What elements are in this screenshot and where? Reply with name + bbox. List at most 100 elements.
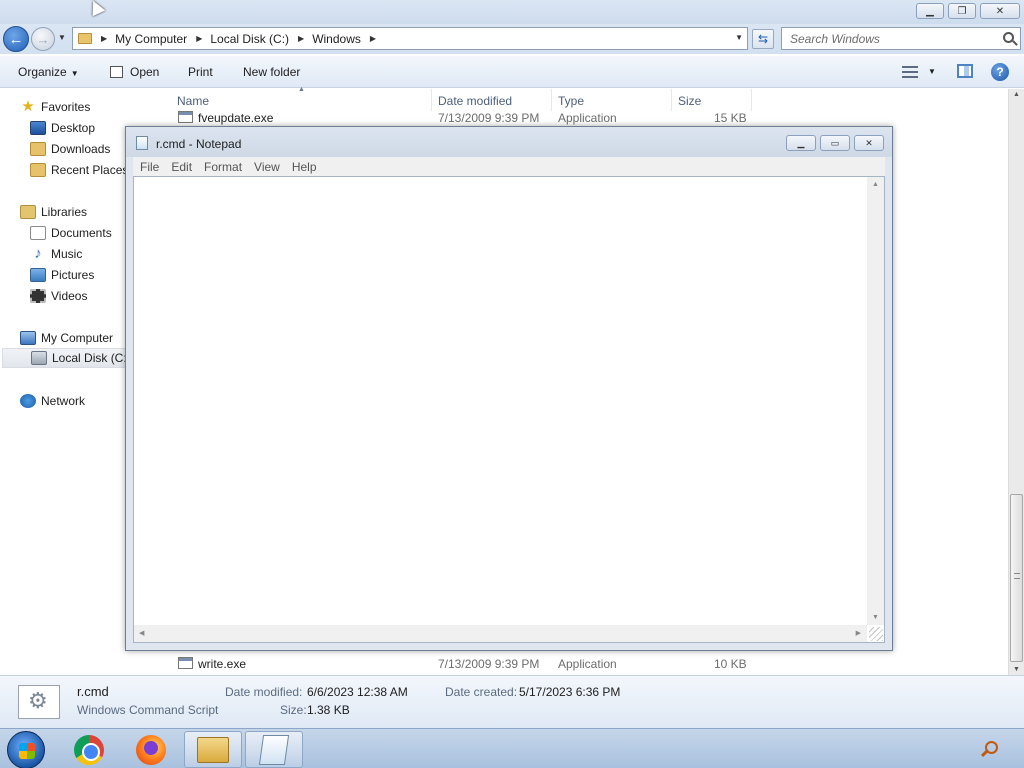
nav-recent-places-label: Recent Places [51, 163, 129, 177]
nav-music[interactable]: ♪ Music [30, 244, 82, 264]
notepad-horizontal-scrollbar[interactable]: ◀ ▶ [134, 625, 867, 642]
nav-favorites[interactable]: ★ Favorites [20, 97, 90, 117]
open-button[interactable]: Open [110, 65, 159, 79]
close-button[interactable]: ✕ [980, 3, 1020, 19]
notepad-window: r.cmd - Notepad ▁ ▭ ✕ File Edit Format V… [125, 126, 893, 651]
scrollbar-thumb[interactable] [1010, 494, 1023, 662]
nav-favorites-label: Favorites [41, 100, 91, 114]
column-header-name[interactable]: Name [177, 94, 209, 108]
script-file-icon [18, 685, 60, 719]
network-icon [20, 394, 36, 408]
scroll-up-arrow-icon[interactable]: ▲ [1013, 91, 1020, 98]
organize-button[interactable]: Organize ▼ [18, 65, 79, 79]
music-icon: ♪ [34, 245, 42, 262]
scroll-left-arrow-icon[interactable]: ◀ [139, 629, 144, 637]
scroll-right-arrow-icon[interactable]: ▶ [856, 629, 861, 637]
refresh-icon: ⇆ [757, 32, 769, 46]
breadcrumb-local-disk[interactable]: Local Disk (C:) [210, 32, 289, 46]
taskbar-chrome[interactable] [60, 731, 118, 768]
notepad-titlebar[interactable]: r.cmd - Notepad ▁ ▭ ✕ [126, 127, 892, 157]
print-button[interactable]: Print [188, 65, 213, 79]
scroll-down-arrow-icon[interactable]: ▼ [1013, 666, 1020, 673]
column-divider[interactable] [551, 89, 552, 111]
chevron-right-icon[interactable]: ▶ [101, 34, 107, 43]
notepad-vertical-scrollbar[interactable]: ▲ ▼ [867, 177, 884, 625]
back-button[interactable]: ← [3, 26, 29, 52]
nav-pictures[interactable]: Pictures [30, 265, 94, 285]
nav-my-computer[interactable]: My Computer [20, 328, 113, 348]
search-icon[interactable] [1003, 32, 1014, 43]
preview-pane-icon[interactable] [957, 64, 973, 78]
search-input[interactable]: Search Windows [781, 27, 1021, 50]
chevron-right-icon[interactable]: ▶ [196, 34, 202, 43]
notepad-icon [258, 734, 290, 765]
breadcrumb-my-computer[interactable]: My Computer [115, 32, 187, 46]
menu-format[interactable]: Format [204, 160, 242, 174]
resize-grip-icon[interactable] [869, 627, 883, 641]
refresh-button[interactable]: ⇆ [752, 29, 774, 49]
views-icon[interactable] [902, 66, 918, 78]
notepad-minimize-button[interactable]: ▁ [786, 135, 816, 151]
nav-desktop[interactable]: Desktop [30, 118, 95, 138]
notepad-text-content[interactable] [137, 177, 865, 624]
column-header-date[interactable]: Date modified [438, 94, 512, 108]
nav-network[interactable]: Network [20, 391, 85, 411]
column-divider[interactable] [751, 89, 752, 111]
menu-edit[interactable]: Edit [171, 160, 192, 174]
notepad-close-button[interactable]: ✕ [854, 135, 884, 151]
table-row[interactable]: write.exe 7/13/2009 9:39 PM Application … [160, 655, 1008, 673]
address-bar[interactable]: ▶ My Computer ▶ Local Disk (C:) ▶ Window… [72, 27, 748, 50]
nav-downloads[interactable]: Downloads [30, 139, 110, 159]
nav-recent-places[interactable]: Recent Places [30, 160, 128, 180]
search-tray-icon[interactable] [985, 741, 998, 754]
breadcrumb-windows[interactable]: Windows [312, 32, 361, 46]
details-size-value: 1.38 KB [307, 703, 350, 717]
help-icon[interactable]: ? [991, 63, 1009, 81]
new-folder-button[interactable]: New folder [243, 65, 300, 79]
details-modified-label: Date modified: [225, 685, 303, 699]
taskbar-firefox[interactable] [122, 731, 180, 768]
back-arrow-icon: ← [8, 30, 24, 48]
file-list-scrollbar[interactable]: ▲ ▼ [1008, 89, 1024, 675]
nav-desktop-label: Desktop [51, 121, 96, 135]
videos-icon [30, 289, 46, 303]
minimize-button[interactable]: ▁ [916, 3, 944, 19]
chevron-right-icon[interactable]: ▶ [370, 34, 376, 43]
nav-documents[interactable]: Documents [30, 223, 112, 243]
nav-pictures-label: Pictures [51, 268, 95, 282]
chevron-down-icon[interactable]: ▼ [928, 67, 936, 76]
notepad-title: r.cmd - Notepad [156, 137, 242, 151]
column-divider[interactable] [431, 89, 432, 111]
address-row: ← → ▼ ▶ My Computer ▶ Local Disk (C:) ▶ … [0, 24, 1024, 54]
start-button[interactable] [7, 731, 45, 768]
menu-file[interactable]: File [140, 160, 159, 174]
details-created-value: 5/17/2023 6:36 PM [519, 685, 621, 699]
menu-help[interactable]: Help [292, 160, 317, 174]
nav-downloads-label: Downloads [51, 142, 111, 156]
explorer-titlebar: ▁ ❐ ✕ [0, 0, 1024, 24]
explorer-window-controls: ▁ ❐ ✕ [916, 3, 1020, 19]
file-date: 7/13/2009 9:39 PM [438, 657, 540, 671]
scroll-up-arrow-icon[interactable]: ▲ [872, 181, 879, 188]
organize-label: Organize [18, 65, 67, 79]
column-header-type[interactable]: Type [558, 94, 584, 108]
restore-button[interactable]: ❐ [948, 3, 976, 19]
nav-libraries[interactable]: Libraries [20, 202, 87, 222]
column-header-size[interactable]: Size [678, 94, 701, 108]
taskbar-notepad[interactable] [245, 731, 303, 768]
table-row[interactable]: fveupdate.exe 7/13/2009 9:39 PM Applicat… [160, 109, 1008, 127]
recent-pages-dropdown[interactable]: ▼ [58, 33, 66, 42]
menu-view[interactable]: View [254, 160, 280, 174]
notepad-maximize-button[interactable]: ▭ [820, 135, 850, 151]
address-history-dropdown[interactable]: ▼ [735, 33, 743, 42]
notepad-editor[interactable]: ▲ ▼ ◀ ▶ [133, 176, 885, 643]
details-modified-value: 6/6/2023 12:38 AM [307, 685, 408, 699]
column-divider[interactable] [671, 89, 672, 111]
scroll-down-arrow-icon[interactable]: ▼ [872, 614, 879, 621]
chevron-right-icon[interactable]: ▶ [298, 34, 304, 43]
nav-videos[interactable]: Videos [30, 286, 87, 306]
folder-icon [78, 33, 92, 44]
forward-button[interactable]: → [31, 27, 55, 51]
taskbar-explorer[interactable] [184, 731, 242, 768]
nav-libraries-label: Libraries [41, 205, 88, 219]
